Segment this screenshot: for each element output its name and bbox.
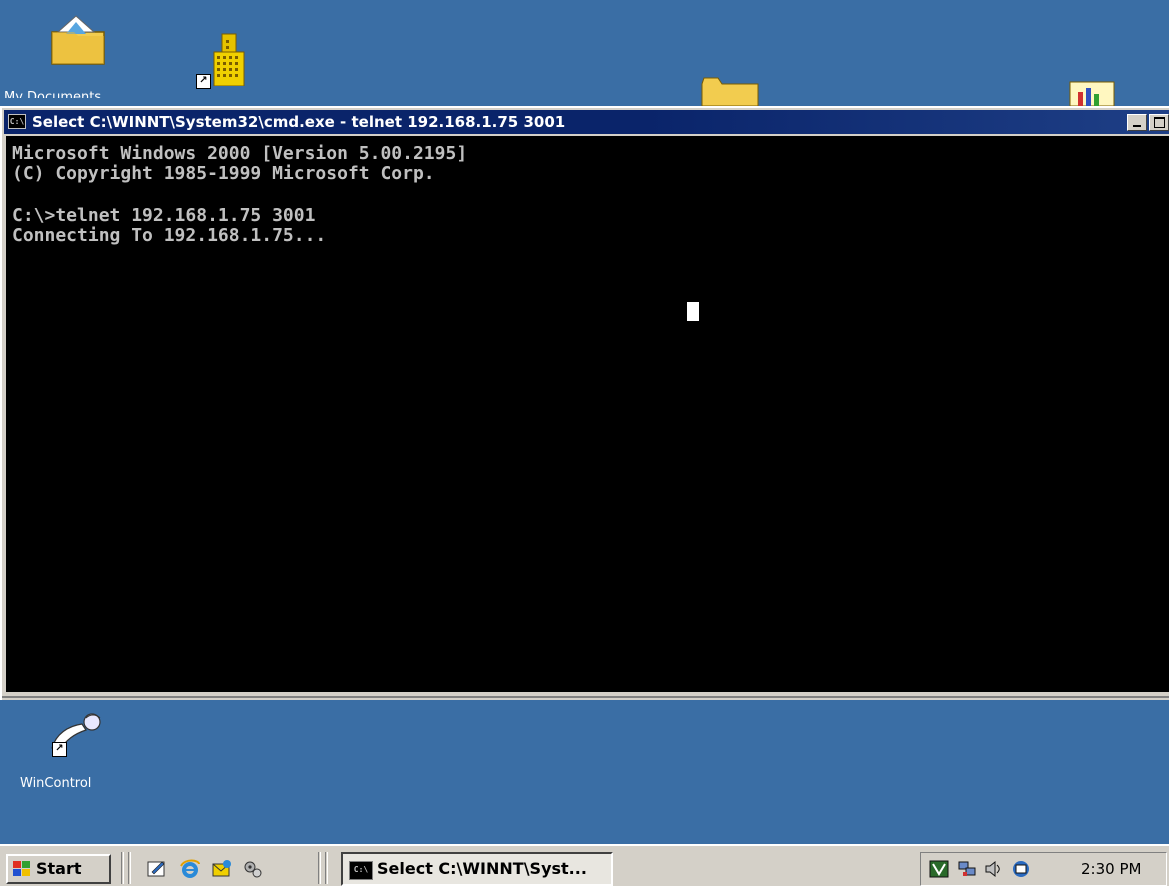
text-cursor [687,302,699,321]
taskbar-separator [121,852,124,884]
window-bottom-border [2,696,1169,698]
console-line: C:\>telnet 192.168.1.75 3001 [12,205,316,226]
my-documents-label: My Documents [4,90,102,104]
start-button[interactable]: Start [6,854,111,884]
network-tray-icon[interactable] [957,860,977,878]
wincontrol-label: WinControl [20,776,92,791]
building-icon [213,33,245,86]
my-documents-shortcut[interactable]: My Documents [0,0,150,104]
internet-explorer-icon[interactable] [179,858,201,880]
system-tray: 2:30 PM [920,852,1167,886]
shortcut-arrow-icon: ↗ [196,74,211,89]
antivirus-tray-icon[interactable] [929,860,949,878]
chart-app-shortcut[interactable] [1068,80,1118,107]
start-label: Start [36,859,82,878]
show-desktop-icon[interactable] [146,858,168,880]
console-app-icon: C:\ [349,861,373,880]
network-building-shortcut[interactable]: ↗ [192,30,252,92]
minimize-button[interactable] [1127,114,1147,131]
settings-gears-icon[interactable] [242,858,264,880]
clock[interactable]: 2:30 PM [1081,860,1141,878]
shortcut-arrow-icon: ↗ [52,742,67,757]
console-line: Connecting To 192.168.1.75... [12,225,327,246]
maximize-icon [1154,117,1165,128]
taskbar-separator [325,852,328,884]
console-line: (C) Copyright 1985-1999 Microsoft Corp. [12,163,435,184]
maximize-button[interactable] [1149,114,1169,131]
console-line: Microsoft Windows 2000 [Version 5.00.219… [12,143,468,164]
folder-shortcut[interactable] [700,74,760,107]
outlook-express-icon[interactable] [210,858,232,880]
folder-icon [701,77,759,107]
minimize-icon [1133,125,1141,127]
windows-logo-icon [13,861,31,877]
taskbar: Start C:\ Select C:\WINNT\Syst... 2:30 P… [0,844,1169,886]
title-bar[interactable]: C:\ Select C:\WINNT\System32\cmd.exe - t… [4,110,1169,134]
wincontrol-shortcut[interactable]: ↗ WinControl [20,708,130,798]
my-documents-icon [51,15,105,65]
window-title: Select C:\WINNT\System32\cmd.exe - telne… [32,113,566,131]
console-output[interactable]: Microsoft Windows 2000 [Version 5.00.219… [6,136,1169,692]
taskbar-separator [128,852,131,884]
console-app-icon[interactable]: C:\ [8,114,26,129]
console-window[interactable]: C:\ Select C:\WINNT\System32\cmd.exe - t… [0,106,1169,700]
display-tray-icon[interactable] [1011,860,1031,878]
taskbar-separator [318,852,321,884]
volume-tray-icon[interactable] [983,860,1003,878]
taskbar-button-cmd[interactable]: C:\ Select C:\WINNT\Syst... [341,852,613,886]
chart-app-icon [1069,81,1115,107]
taskbar-button-label: Select C:\WINNT\Syst... [377,859,587,878]
